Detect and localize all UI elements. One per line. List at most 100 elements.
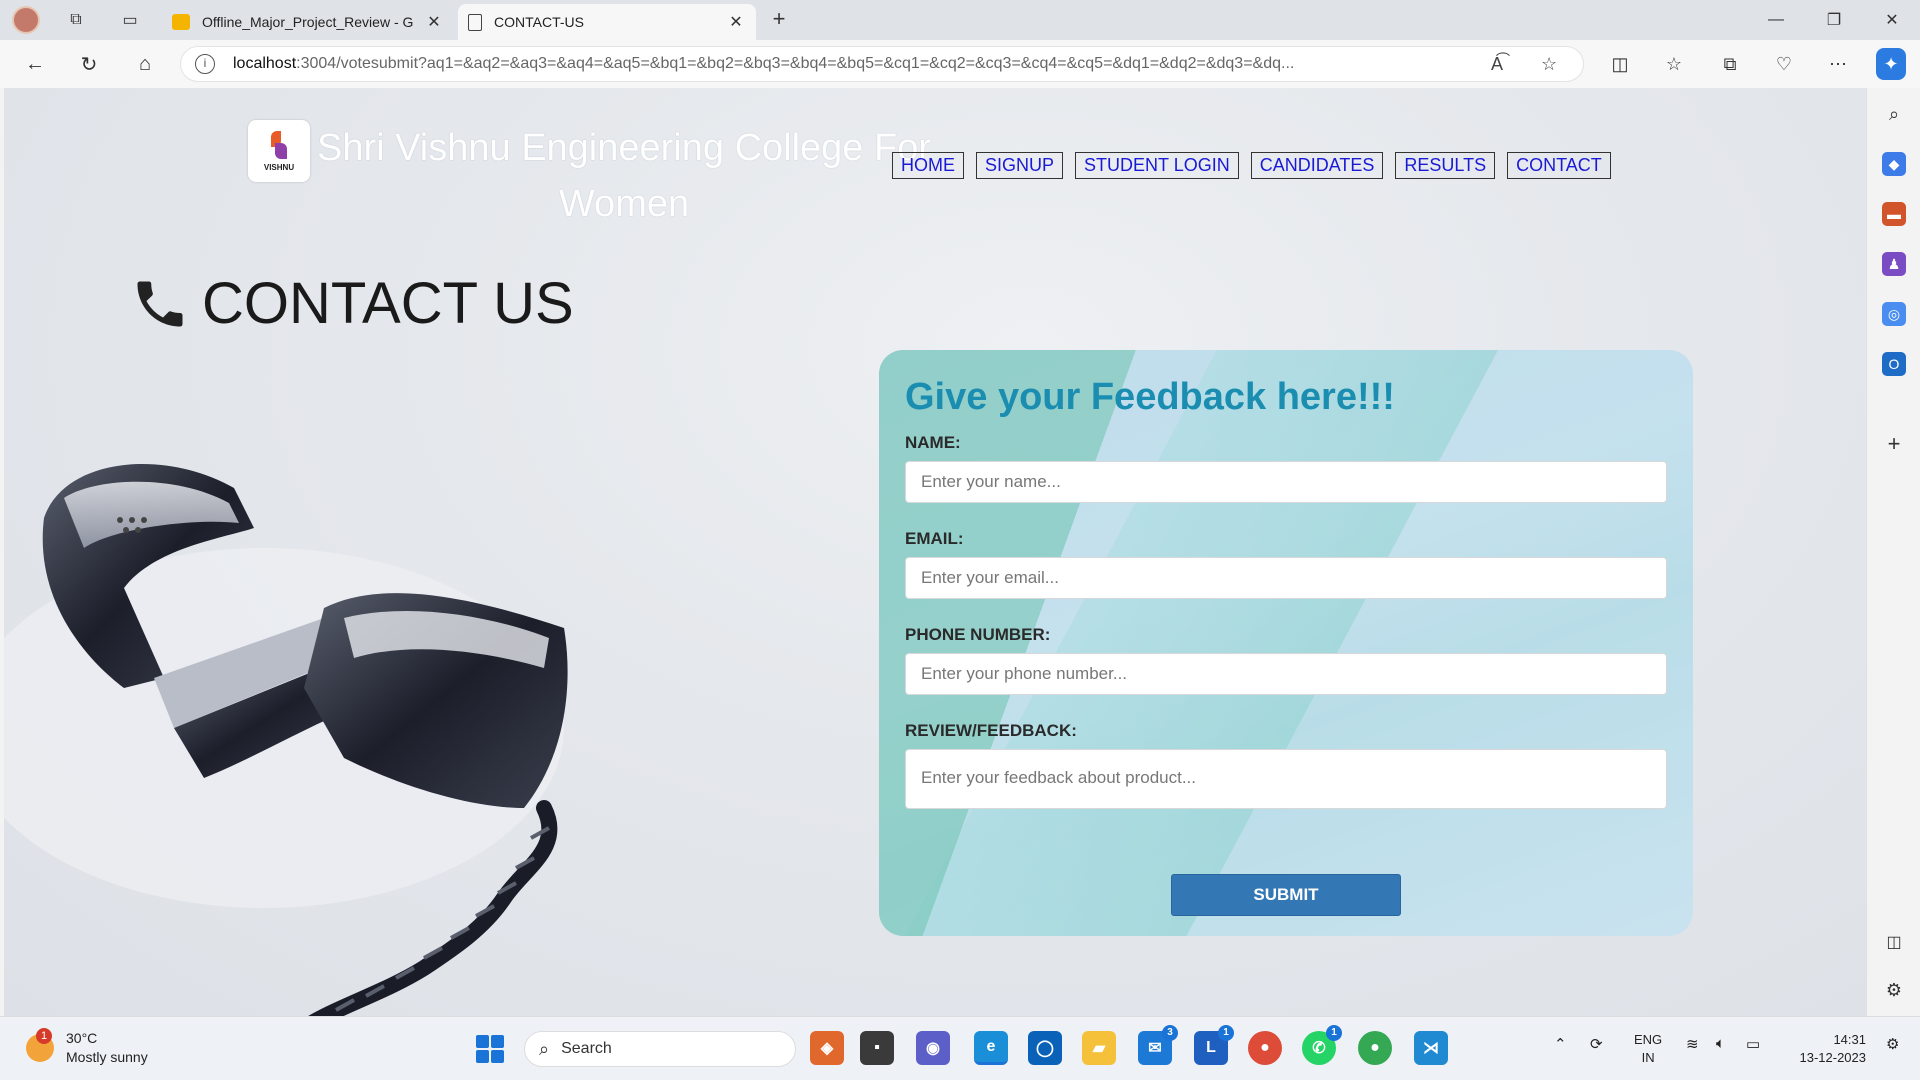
phone-icon [137,281,183,326]
back-button[interactable]: ← [18,48,52,80]
favorite-star-icon[interactable]: ☆ [1541,47,1557,81]
teams-icon[interactable]: L 1 [1194,1025,1234,1065]
close-window-button[interactable]: ✕ [1864,0,1920,40]
phone-input[interactable] [905,653,1667,695]
whatsapp-badge: 1 [1326,1025,1342,1041]
site-info-icon[interactable]: i [195,54,215,74]
file-manager-app-icon[interactable]: ▪ [860,1031,894,1065]
logo-text: VISHNU [263,162,295,172]
shopping-tag-icon[interactable]: ◆ [1882,152,1906,176]
file-explorer-icon[interactable]: ▰ [1082,1031,1116,1065]
close-tab-icon[interactable]: ✕ [726,12,746,32]
profile-avatar[interactable] [12,6,40,34]
telephone-receiver-image [4,464,568,1016]
page-title: CONTACT US [202,271,574,336]
copilot-app-icon[interactable]: ◈ [810,1031,844,1065]
add-sidebar-app-icon[interactable]: + [1882,431,1906,456]
region-code: IN [1641,1050,1655,1065]
sun-icon: 1 [26,1028,54,1062]
start-button[interactable] [476,1035,504,1063]
browser-essentials-icon[interactable]: ♡ [1766,48,1802,80]
feedback-label: REVIEW/FEEDBACK: [905,721,1077,740]
minimize-button[interactable]: — [1748,0,1804,40]
collections-icon[interactable]: ⧉ [1712,48,1748,80]
nav-student-login[interactable]: STUDENT LOGIN [1075,152,1239,179]
address-bar[interactable]: i localhost :3004/votesubmit?aq1=&aq2=&a… [180,46,1584,82]
wifi-icon[interactable]: ≋ [1686,1035,1699,1053]
nav-results[interactable]: RESULTS [1395,152,1496,179]
notifications-icon[interactable]: ⚙ [1886,1035,1899,1053]
email-input[interactable] [905,557,1667,599]
weather-widget[interactable]: 1 30°C Mostly sunny [26,1028,148,1067]
nav-home[interactable]: HOME [892,152,964,179]
restore-button[interactable]: ❐ [1806,0,1862,40]
tab-contact-us[interactable]: CONTACT-US ✕ [458,4,756,40]
games-icon[interactable]: ♟ [1882,252,1906,276]
lang-code: ENG [1634,1032,1663,1047]
windows-taskbar: 1 30°C Mostly sunny ⌕ Search ◈ ▪ ◉ e ◯ ▰… [0,1016,1920,1080]
copilot-icon[interactable]: ✦ [1876,48,1906,80]
feedback-form: Give your Feedback here!!! NAME: EMAIL: … [879,350,1693,936]
new-tab-button[interactable]: + [764,6,794,34]
email-label: EMAIL: [905,529,964,548]
weather-badge: 1 [36,1028,52,1044]
main-nav: HOME SIGNUP STUDENT LOGIN CANDIDATES RES… [892,152,1611,179]
teams-badge: 1 [1218,1025,1234,1041]
language-indicator[interactable]: ENG IN [1634,1031,1662,1067]
read-aloud-icon[interactable]: A͡ [1491,47,1503,81]
zoom-app-icon[interactable]: ◯ [1028,1031,1062,1065]
weather-condition: Mostly sunny [66,1049,148,1065]
page-favicon-icon [468,13,482,31]
outlook-icon[interactable]: O [1882,352,1906,376]
tab-title: CONTACT-US [494,14,584,30]
favorites-icon[interactable]: ☆ [1656,48,1692,80]
clock-time: 14:31 [1833,1032,1866,1047]
whatsapp-icon[interactable]: ✆ 1 [1302,1025,1342,1065]
more-menu-icon[interactable]: ⋯ [1820,48,1856,80]
volume-icon[interactable]: 🔈︎ [1716,1035,1725,1052]
mail-icon[interactable]: ✉ 3 [1138,1025,1178,1065]
taskbar-search[interactable]: ⌕ Search [524,1031,796,1067]
edge-sidebar: ⌕ ◆ ▬ ♟ ◎ O + ◫ ⚙ [1866,88,1920,1016]
mail-badge: 3 [1162,1025,1178,1041]
battery-icon[interactable]: ▭ [1746,1035,1760,1053]
system-clock[interactable]: 14:31 13-12-2023 [1786,1031,1867,1067]
tools-icon[interactable]: ▬ [1882,202,1906,226]
site-title: Shri Vishnu Engineering College For Wome… [317,127,931,225]
hide-sidebar-icon[interactable]: ◫ [1882,930,1906,954]
refresh-button[interactable]: ↻ [72,48,106,80]
submit-button[interactable]: SUBMIT [1171,874,1401,916]
form-title: Give your Feedback here!!! [905,376,1395,418]
microsoft365-icon[interactable]: ◎ [1882,302,1906,326]
clock-date: 13-12-2023 [1799,1050,1867,1065]
settings-gear-icon[interactable]: ⚙ [1882,978,1906,1002]
url-path: :3004/votesubmit?aq1=&aq2=&aq3=&aq4=&aq5… [296,55,1295,72]
web-page: VISHNU Shri Vishnu Engineering College F… [4,88,1866,1016]
teams-chat-icon[interactable]: ◉ [916,1031,950,1065]
search-label: Search [561,1040,612,1057]
vscode-icon[interactable]: ⋊ [1414,1031,1448,1065]
nav-signup[interactable]: SIGNUP [976,152,1064,179]
vertical-tabs-icon[interactable]: ▭ [116,6,144,34]
edge-browser-icon[interactable]: e [974,1031,1008,1065]
browser-tab-strip: ⧉ ▭ Offline_Major_Project_Review - G ✕ C… [0,0,1920,40]
nav-candidates[interactable]: CANDIDATES [1250,152,1384,179]
close-tab-icon[interactable]: ✕ [424,12,444,32]
show-hidden-icons-icon[interactable]: ⌃ [1554,1035,1567,1053]
search-icon[interactable]: ⌕ [1882,102,1906,126]
feedback-textarea[interactable] [905,749,1667,809]
chrome-profile-icon[interactable]: ● [1358,1031,1392,1065]
home-button[interactable]: ⌂ [128,48,162,80]
workspaces-icon[interactable]: ⧉ [62,6,90,34]
name-label: NAME: [905,433,961,452]
chrome-icon[interactable]: ● [1248,1031,1282,1065]
tab-title: Offline_Major_Project_Review - G [202,14,414,30]
phone-label: PHONE NUMBER: [905,625,1051,644]
college-logo[interactable]: VISHNU [248,120,310,182]
nav-contact[interactable]: CONTACT [1507,152,1611,179]
split-screen-icon[interactable]: ◫ [1602,48,1638,80]
name-input[interactable] [905,461,1667,503]
sync-icon[interactable]: ⟳ [1590,1035,1603,1053]
tab-project-review[interactable]: Offline_Major_Project_Review - G ✕ [162,4,454,40]
search-icon: ⌕ [539,1038,550,1059]
